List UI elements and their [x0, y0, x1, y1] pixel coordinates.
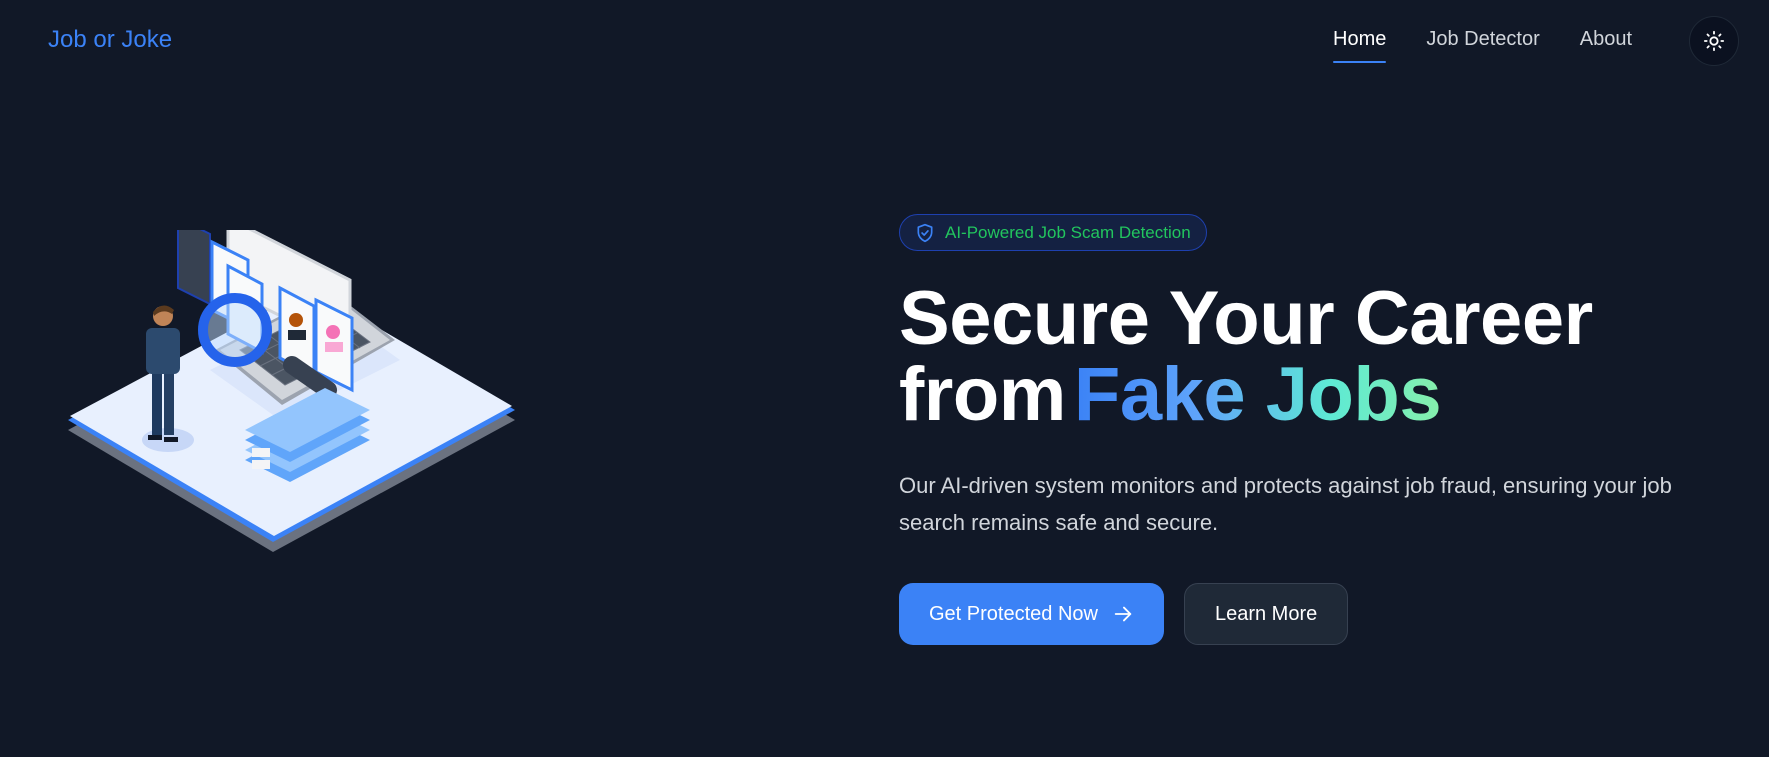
- navbar: Job or Joke Home Job Detector About: [0, 0, 1769, 82]
- nav-link-home[interactable]: Home: [1333, 28, 1387, 63]
- hero-headline: Secure Your Career from Fake Jobs: [899, 281, 1739, 433]
- isometric-job-search-illustration: [68, 215, 515, 552]
- hero-illustration: [60, 215, 530, 630]
- hero-description: Our AI-driven system monitors and protec…: [899, 473, 1672, 535]
- nav-link-job-detector[interactable]: Job Detector: [1426, 28, 1539, 63]
- headline-line-1: Secure Your Career: [899, 276, 1593, 361]
- arrow-right-icon: [1114, 606, 1132, 622]
- get-protected-button[interactable]: Get Protected Now: [899, 583, 1164, 645]
- learn-more-button[interactable]: Learn More: [1183, 583, 1349, 645]
- shield-check-icon: [917, 223, 933, 242]
- headline-accent: Fake Jobs: [1073, 352, 1442, 437]
- get-protected-label: Get Protected Now: [929, 602, 1098, 625]
- nav-link-about[interactable]: About: [1580, 28, 1632, 63]
- page: Job or Joke Home Job Detector About AI-P…: [0, 0, 1769, 757]
- badge-label: AI-Powered Job Scam Detection: [945, 222, 1191, 242]
- ai-badge: AI-Powered Job Scam Detection: [899, 214, 1207, 251]
- cta-row: Get Protected Now Learn More: [899, 583, 1739, 645]
- brand-logo[interactable]: Job or Joke: [48, 26, 172, 54]
- theme-toggle-button[interactable]: [1689, 16, 1739, 66]
- headline-line-2: from Fake Jobs: [899, 357, 1739, 433]
- headline-from: from: [899, 352, 1066, 437]
- hero-content: AI-Powered Job Scam Detection Secure You…: [899, 214, 1739, 645]
- nav-links: Home Job Detector About: [1333, 28, 1672, 63]
- sun-icon: [1703, 30, 1725, 52]
